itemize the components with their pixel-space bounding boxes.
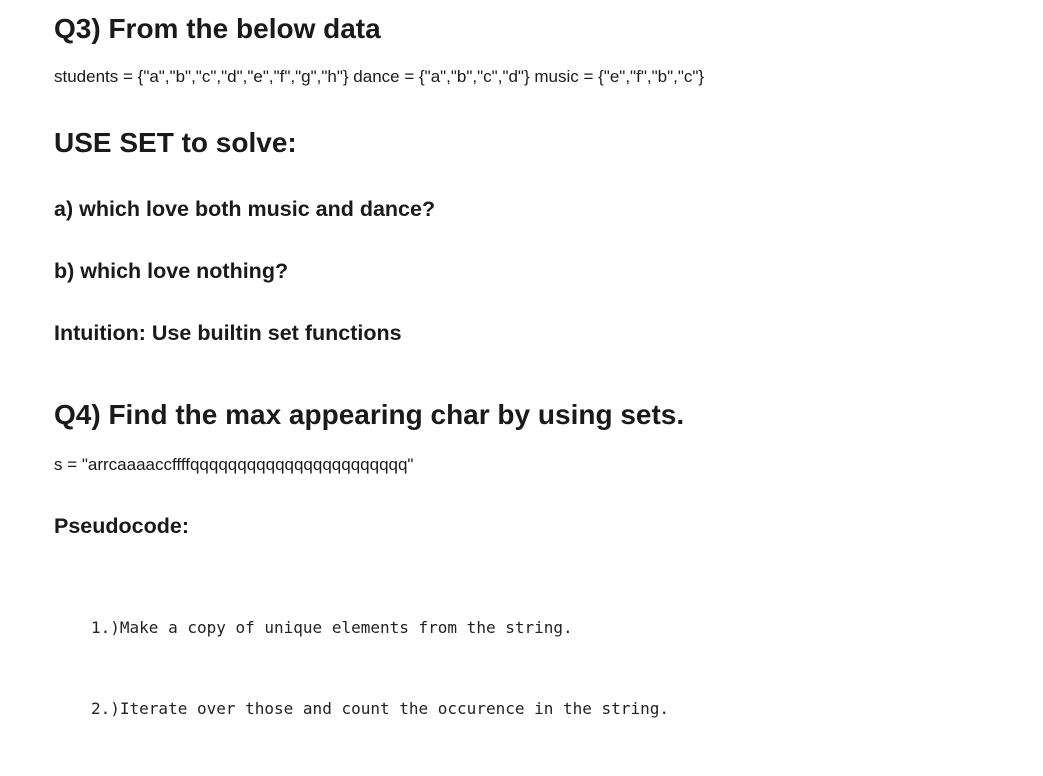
question-b: b) which love nothing? (54, 259, 289, 283)
pseudocode-steps: 1.)Make a copy of unique elements from t… (91, 560, 669, 776)
intuition-text: Intuition: Use builtin set functions (54, 321, 402, 345)
pseudocode-step: 1.)Make a copy of unique elements from t… (91, 618, 573, 637)
document-body: Q3) From the below data students = {"a",… (54, 0, 1029, 718)
question-a: a) which love both music and dance? (54, 197, 436, 221)
instruction-heading: USE SET to solve: (54, 127, 297, 158)
q3-data-line: students = {"a","b","c","d","e","f","g",… (54, 67, 705, 86)
q4-heading: Q4) Find the max appearing char by using… (54, 399, 685, 430)
q4-string-line: s = "arrcaaaaccffffqqqqqqqqqqqqqqqqqqqqq… (54, 455, 414, 474)
pseudocode-step: 2.)Iterate over those and count the occu… (91, 699, 669, 718)
pseudocode-heading: Pseudocode: (54, 514, 189, 538)
q3-heading: Q3) From the below data (54, 13, 381, 44)
